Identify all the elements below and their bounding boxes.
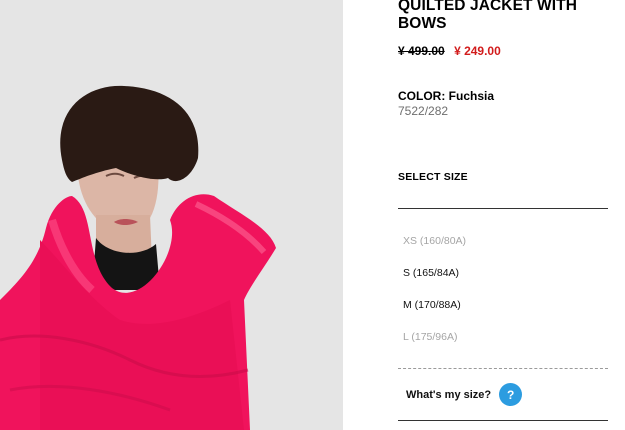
original-price: ¥ 499.00 [398, 44, 445, 58]
model-in-fuchsia-jacket-image [0, 0, 343, 430]
sale-price: ¥ 249.00 [454, 44, 501, 58]
whats-my-size-link[interactable]: What's my size? ? [406, 383, 523, 406]
product-info-panel: QUILTED JACKET WITH BOWS ¥ 499.00 ¥ 249.… [398, 0, 608, 430]
product-reference: 7522/282 [398, 104, 449, 118]
product-title: QUILTED JACKET WITH BOWS [398, 0, 577, 32]
size-option-m[interactable]: M (170/88A) [398, 289, 608, 321]
color-label: COLOR: Fuchsia [398, 89, 495, 103]
bottom-divider [398, 420, 608, 421]
dashed-divider [398, 368, 608, 369]
size-option-xs[interactable]: XS (160/80A) [398, 225, 608, 257]
size-option-l[interactable]: L (175/96A) [398, 321, 608, 353]
size-list: XS (160/80A) S (165/84A) M (170/88A) L (… [398, 225, 608, 353]
product-photo[interactable] [0, 0, 343, 430]
price-block: ¥ 499.00 ¥ 249.00 [398, 44, 501, 58]
divider [398, 208, 608, 209]
select-size-heading: SELECT SIZE [398, 171, 468, 183]
size-option-s[interactable]: S (165/84A) [398, 257, 608, 289]
whats-my-size-label: What's my size? [406, 388, 492, 401]
help-question-icon[interactable]: ? [499, 383, 523, 406]
